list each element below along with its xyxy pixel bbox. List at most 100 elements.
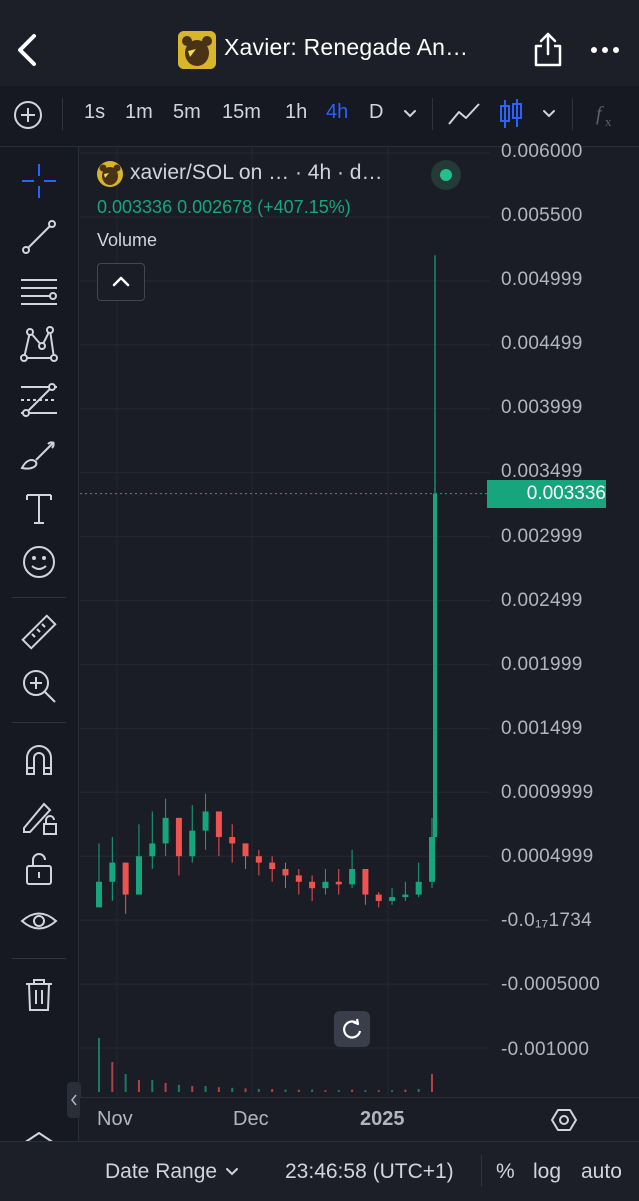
- reset-icon: [343, 1018, 362, 1039]
- emoji-tool[interactable]: [18, 541, 60, 583]
- brush-tool[interactable]: [18, 434, 60, 476]
- chart-type-dropdown[interactable]: [539, 103, 559, 123]
- volume-bar: [204, 1086, 207, 1092]
- zoom-in-icon: [23, 670, 56, 703]
- bottom-divider: [481, 1155, 482, 1187]
- reset-chart-button[interactable]: [334, 1011, 370, 1047]
- collapse-legend-button[interactable]: [97, 263, 145, 301]
- line-chart-button[interactable]: [446, 98, 482, 130]
- ruler-tool[interactable]: [18, 612, 60, 654]
- candle-body: [429, 837, 435, 882]
- volume-bar: [311, 1089, 314, 1092]
- chart-settings-button[interactable]: [550, 1106, 578, 1134]
- volume-bar: [151, 1080, 154, 1092]
- candle-body: [362, 869, 369, 895]
- timeframe-1m[interactable]: 1m: [125, 101, 153, 124]
- magnet-tool[interactable]: [18, 740, 60, 782]
- volume-bar: [364, 1090, 367, 1092]
- visibility-tool[interactable]: [18, 900, 60, 942]
- current-price-label: 0.003336: [487, 480, 606, 508]
- volume-bar: [297, 1089, 300, 1092]
- add-indicator-button[interactable]: [12, 99, 44, 131]
- text-icon: [26, 494, 52, 524]
- text-tool[interactable]: [18, 488, 60, 530]
- fx-icon: f x: [596, 103, 612, 129]
- volume-bar: [217, 1087, 220, 1092]
- candlestick-button[interactable]: [496, 97, 526, 131]
- volume-label: Volume: [97, 230, 158, 250]
- price-tick: 0.003999: [501, 397, 583, 418]
- percent-toggle[interactable]: %: [496, 1160, 515, 1184]
- indicators-button[interactable]: f x: [590, 98, 622, 130]
- legend-values: 0.003336 0.002678 (+407.15%): [97, 197, 351, 217]
- volume-bar: [377, 1090, 380, 1092]
- emoji-icon: [23, 546, 55, 578]
- timeframe-1s[interactable]: 1s: [84, 101, 105, 124]
- price-tick: 0.001499: [501, 718, 583, 739]
- fib-tool[interactable]: [18, 379, 60, 421]
- delete-drawings-tool[interactable]: [18, 974, 60, 1016]
- magnet-icon: [26, 745, 52, 775]
- brush-icon: [20, 441, 55, 470]
- tool-divider: [12, 597, 66, 598]
- horizontal-lines-tool[interactable]: [18, 270, 60, 312]
- market-status-indicator[interactable]: [431, 160, 461, 190]
- toggle-toolbar-handle[interactable]: [67, 1082, 81, 1118]
- zoom-in-tool[interactable]: [18, 665, 60, 707]
- trend-line-tool[interactable]: [18, 216, 60, 258]
- horizontal-lines-icon: [21, 279, 57, 305]
- log-toggle[interactable]: log: [533, 1160, 561, 1184]
- legend-symbol[interactable]: xavier/SOL on … · 4h · d…: [130, 161, 382, 185]
- candle-body: [335, 881, 342, 885]
- chevron-down-icon: [404, 110, 416, 118]
- timeframe-d[interactable]: D: [369, 101, 383, 124]
- volume-bar: [431, 1074, 433, 1092]
- timeframe-4h[interactable]: 4h: [326, 101, 348, 124]
- timeframe-dropdown[interactable]: [400, 103, 420, 123]
- lock-drawing-tool[interactable]: [18, 796, 60, 838]
- date-range-dropdown[interactable]: [224, 1163, 240, 1179]
- price-tick: 0.004499: [501, 333, 583, 354]
- candle-body: [389, 897, 396, 901]
- line-chart-icon: [448, 103, 480, 125]
- chevron-down-icon: [226, 1168, 238, 1176]
- chevron-down-icon: [543, 110, 555, 118]
- svg-text:f: f: [596, 103, 604, 125]
- time-tick: 2025: [360, 1108, 405, 1130]
- candle-body: [282, 869, 289, 876]
- candle-body: [215, 811, 222, 838]
- token-avatar: [178, 31, 216, 69]
- price-tick: 0.005500: [501, 205, 583, 226]
- back-button[interactable]: [8, 28, 48, 72]
- candle-body: [255, 856, 262, 863]
- candle-body: [175, 817, 182, 857]
- crosshair-tool[interactable]: [18, 160, 60, 202]
- timezone-clock[interactable]: 23:46:58 (UTC+1): [285, 1160, 454, 1184]
- timeframe-15m[interactable]: 15m: [222, 101, 261, 124]
- legend-token-icon: [97, 161, 123, 187]
- pattern-tool[interactable]: [18, 324, 60, 366]
- share-button[interactable]: [530, 30, 566, 70]
- unlock-tool[interactable]: [18, 848, 60, 890]
- volume-bar: [98, 1038, 100, 1092]
- volume-bar: [417, 1089, 420, 1092]
- svg-text:x: x: [605, 114, 612, 129]
- back-chevron-icon: [18, 34, 36, 66]
- candle-body: [269, 862, 276, 869]
- status-dot-icon: [440, 169, 452, 181]
- chevron-left-icon: [71, 1094, 77, 1106]
- candle-body: [202, 811, 209, 831]
- auto-scale-toggle[interactable]: auto: [581, 1160, 622, 1184]
- lock-drawing-icon: [23, 802, 57, 835]
- timeframe-1h[interactable]: 1h: [285, 101, 307, 124]
- timeframe-5m[interactable]: 5m: [173, 101, 201, 124]
- time-tick: Dec: [233, 1108, 269, 1130]
- more-options-button[interactable]: [588, 36, 622, 64]
- candlestick-icon: [500, 99, 522, 128]
- candle-body: [349, 869, 356, 885]
- volume-bar: [177, 1084, 180, 1092]
- date-range-button[interactable]: Date Range: [105, 1160, 217, 1184]
- candle-body: [309, 881, 316, 889]
- candle-body: [402, 894, 409, 898]
- add-circle-icon: [14, 101, 42, 129]
